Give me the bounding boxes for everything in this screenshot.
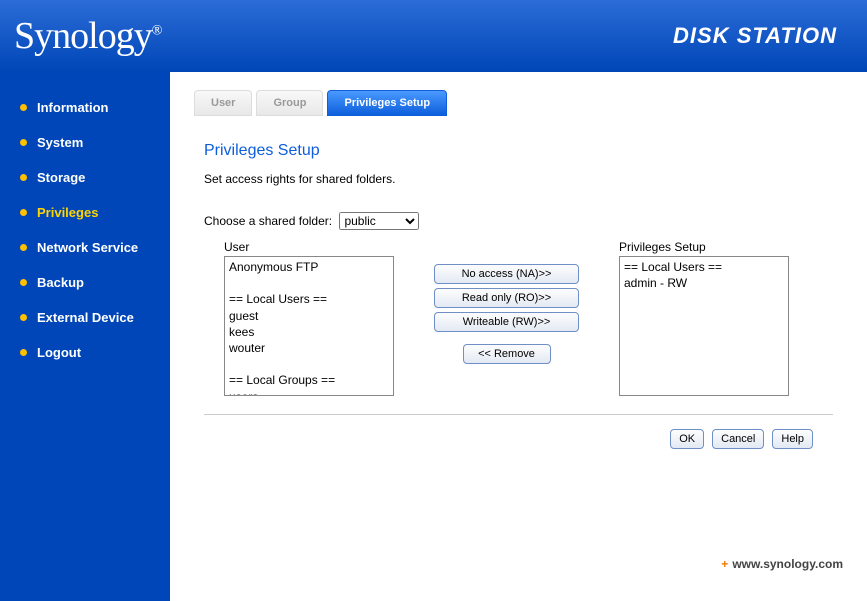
list-item[interactable]: guest (229, 308, 389, 324)
read-only-button[interactable]: Read only (RO)>> (434, 288, 579, 308)
sidebar-item-label: Logout (37, 345, 81, 360)
bullet-icon (20, 174, 27, 181)
help-button[interactable]: Help (772, 429, 813, 449)
sidebar-item-label: Storage (37, 170, 85, 185)
privileges-column: Privileges Setup == Local Users == admin… (619, 240, 789, 396)
sidebar-item-label: Information (37, 100, 109, 115)
tab-bar: User Group Privileges Setup (194, 90, 843, 116)
logo-text: Synology (14, 15, 152, 57)
list-item (229, 275, 389, 291)
plus-icon: + (721, 557, 728, 571)
transfer-buttons: No access (NA)>> Read only (RO)>> Writea… (434, 240, 579, 364)
divider (204, 414, 833, 415)
logo-reg-mark: ® (152, 23, 162, 38)
sidebar-item-storage[interactable]: Storage (20, 170, 170, 185)
ok-button[interactable]: OK (670, 429, 704, 449)
folder-label: Choose a shared folder: (204, 214, 332, 228)
list-item[interactable]: admin - RW (624, 275, 784, 291)
header: Synology® DISK STATION (0, 0, 867, 72)
bullet-icon (20, 244, 27, 251)
folder-row: Choose a shared folder: public (204, 212, 843, 230)
panel-title: Privileges Setup (204, 142, 843, 160)
site-link[interactable]: + www.synology.com (721, 557, 843, 571)
bullet-icon (20, 349, 27, 356)
sidebar-item-label: System (37, 135, 83, 150)
bullet-icon (20, 279, 27, 286)
product-name: DISK STATION (673, 23, 837, 49)
list-item[interactable]: == Local Groups == (229, 372, 389, 388)
list-item[interactable]: kees (229, 324, 389, 340)
sidebar-item-external-device[interactable]: External Device (20, 310, 170, 325)
brand-logo: Synology® (14, 14, 161, 58)
tab-user[interactable]: User (194, 90, 252, 116)
bullet-icon (20, 314, 27, 321)
bullet-icon (20, 104, 27, 111)
bullet-icon (20, 139, 27, 146)
user-listbox[interactable]: Anonymous FTP == Local Users == guest ke… (224, 256, 394, 396)
panel-description: Set access rights for shared folders. (204, 172, 843, 186)
list-item[interactable]: wouter (229, 340, 389, 356)
bullet-icon (20, 209, 27, 216)
tab-group[interactable]: Group (256, 90, 323, 116)
list-item[interactable]: == Local Users == (624, 259, 784, 275)
list-item[interactable]: Anonymous FTP (229, 259, 389, 275)
site-url: www.synology.com (732, 557, 843, 571)
sidebar-item-network-service[interactable]: Network Service (20, 240, 170, 255)
sidebar: Information System Storage Privileges Ne… (0, 72, 170, 601)
footer-buttons: OK Cancel Help (194, 429, 813, 449)
privileges-listbox[interactable]: == Local Users == admin - RW (619, 256, 789, 396)
user-column: User Anonymous FTP == Local Users == gue… (224, 240, 394, 396)
list-item (229, 356, 389, 372)
list-item[interactable]: == Local Users == (229, 291, 389, 307)
shared-folder-select[interactable]: public (339, 212, 419, 230)
tab-privileges-setup[interactable]: Privileges Setup (327, 90, 447, 116)
list-item[interactable]: users (229, 389, 389, 397)
sidebar-item-logout[interactable]: Logout (20, 345, 170, 360)
user-column-label: User (224, 240, 394, 254)
remove-button[interactable]: << Remove (463, 344, 551, 364)
cancel-button[interactable]: Cancel (712, 429, 764, 449)
main-content: User Group Privileges Setup Privileges S… (170, 72, 867, 601)
sidebar-item-label: Privileges (37, 205, 98, 220)
sidebar-item-privileges[interactable]: Privileges (20, 205, 170, 220)
sidebar-item-system[interactable]: System (20, 135, 170, 150)
privileges-column-label: Privileges Setup (619, 240, 789, 254)
writeable-button[interactable]: Writeable (RW)>> (434, 312, 579, 332)
sidebar-item-information[interactable]: Information (20, 100, 170, 115)
no-access-button[interactable]: No access (NA)>> (434, 264, 579, 284)
sidebar-item-backup[interactable]: Backup (20, 275, 170, 290)
sidebar-item-label: Backup (37, 275, 84, 290)
sidebar-item-label: External Device (37, 310, 134, 325)
sidebar-item-label: Network Service (37, 240, 138, 255)
